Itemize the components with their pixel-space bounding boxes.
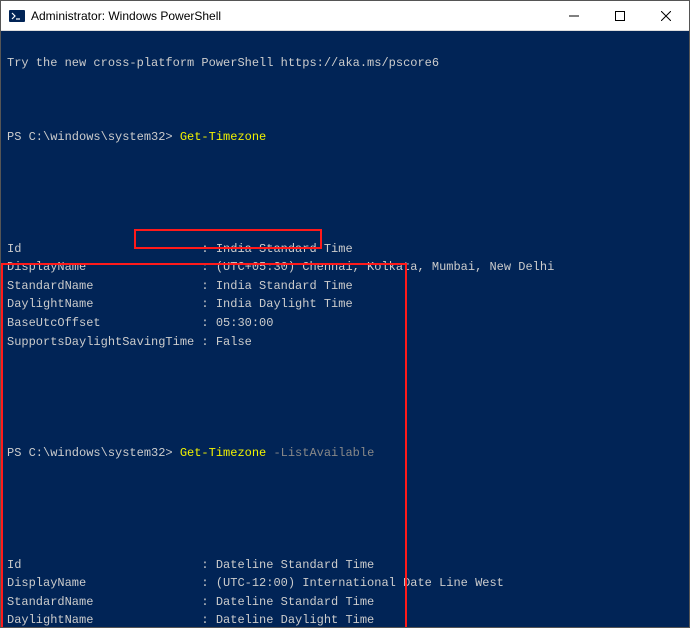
output-records-list: Id : Dateline Standard TimeDisplayName :… — [7, 556, 683, 627]
prompt-line-2: PS C:\windows\system32> Get-Timezone -Li… — [7, 444, 683, 463]
prompt-path: PS C:\windows\system32> — [7, 130, 180, 144]
powershell-window: Administrator: Windows PowerShell Try th… — [0, 0, 690, 628]
field-row: DaylightName : Dateline Daylight Time — [7, 611, 683, 627]
minimize-button[interactable] — [551, 1, 597, 30]
field-row: StandardName : Dateline Standard Time — [7, 593, 683, 612]
output-record-1: Id : India Standard TimeDisplayName : (U… — [7, 240, 683, 352]
window-controls — [551, 1, 689, 30]
command-text: Get-Timezone — [180, 130, 266, 144]
command-arg: -ListAvailable — [266, 446, 374, 460]
field-row: DaylightName : India Daylight Time — [7, 295, 683, 314]
field-row: Id : India Standard Time — [7, 240, 683, 259]
field-row: BaseUtcOffset : 05:30:00 — [7, 314, 683, 333]
prompt-path: PS C:\windows\system32> — [7, 446, 180, 460]
powershell-icon — [9, 8, 25, 24]
field-row: StandardName : India Standard Time — [7, 277, 683, 296]
command-text: Get-Timezone — [180, 446, 266, 460]
field-row: DisplayName : (UTC-12:00) International … — [7, 574, 683, 593]
close-button[interactable] — [643, 1, 689, 30]
field-row: SupportsDaylightSavingTime : False — [7, 333, 683, 352]
field-row: DisplayName : (UTC+05:30) Chennai, Kolka… — [7, 258, 683, 277]
prompt-line-1: PS C:\windows\system32> Get-Timezone — [7, 128, 683, 147]
titlebar[interactable]: Administrator: Windows PowerShell — [1, 1, 689, 31]
field-row: Id : Dateline Standard Time — [7, 556, 683, 575]
banner-line: Try the new cross-platform PowerShell ht… — [7, 54, 683, 73]
window-title: Administrator: Windows PowerShell — [31, 9, 551, 23]
maximize-button[interactable] — [597, 1, 643, 30]
console-area[interactable]: Try the new cross-platform PowerShell ht… — [1, 31, 689, 627]
